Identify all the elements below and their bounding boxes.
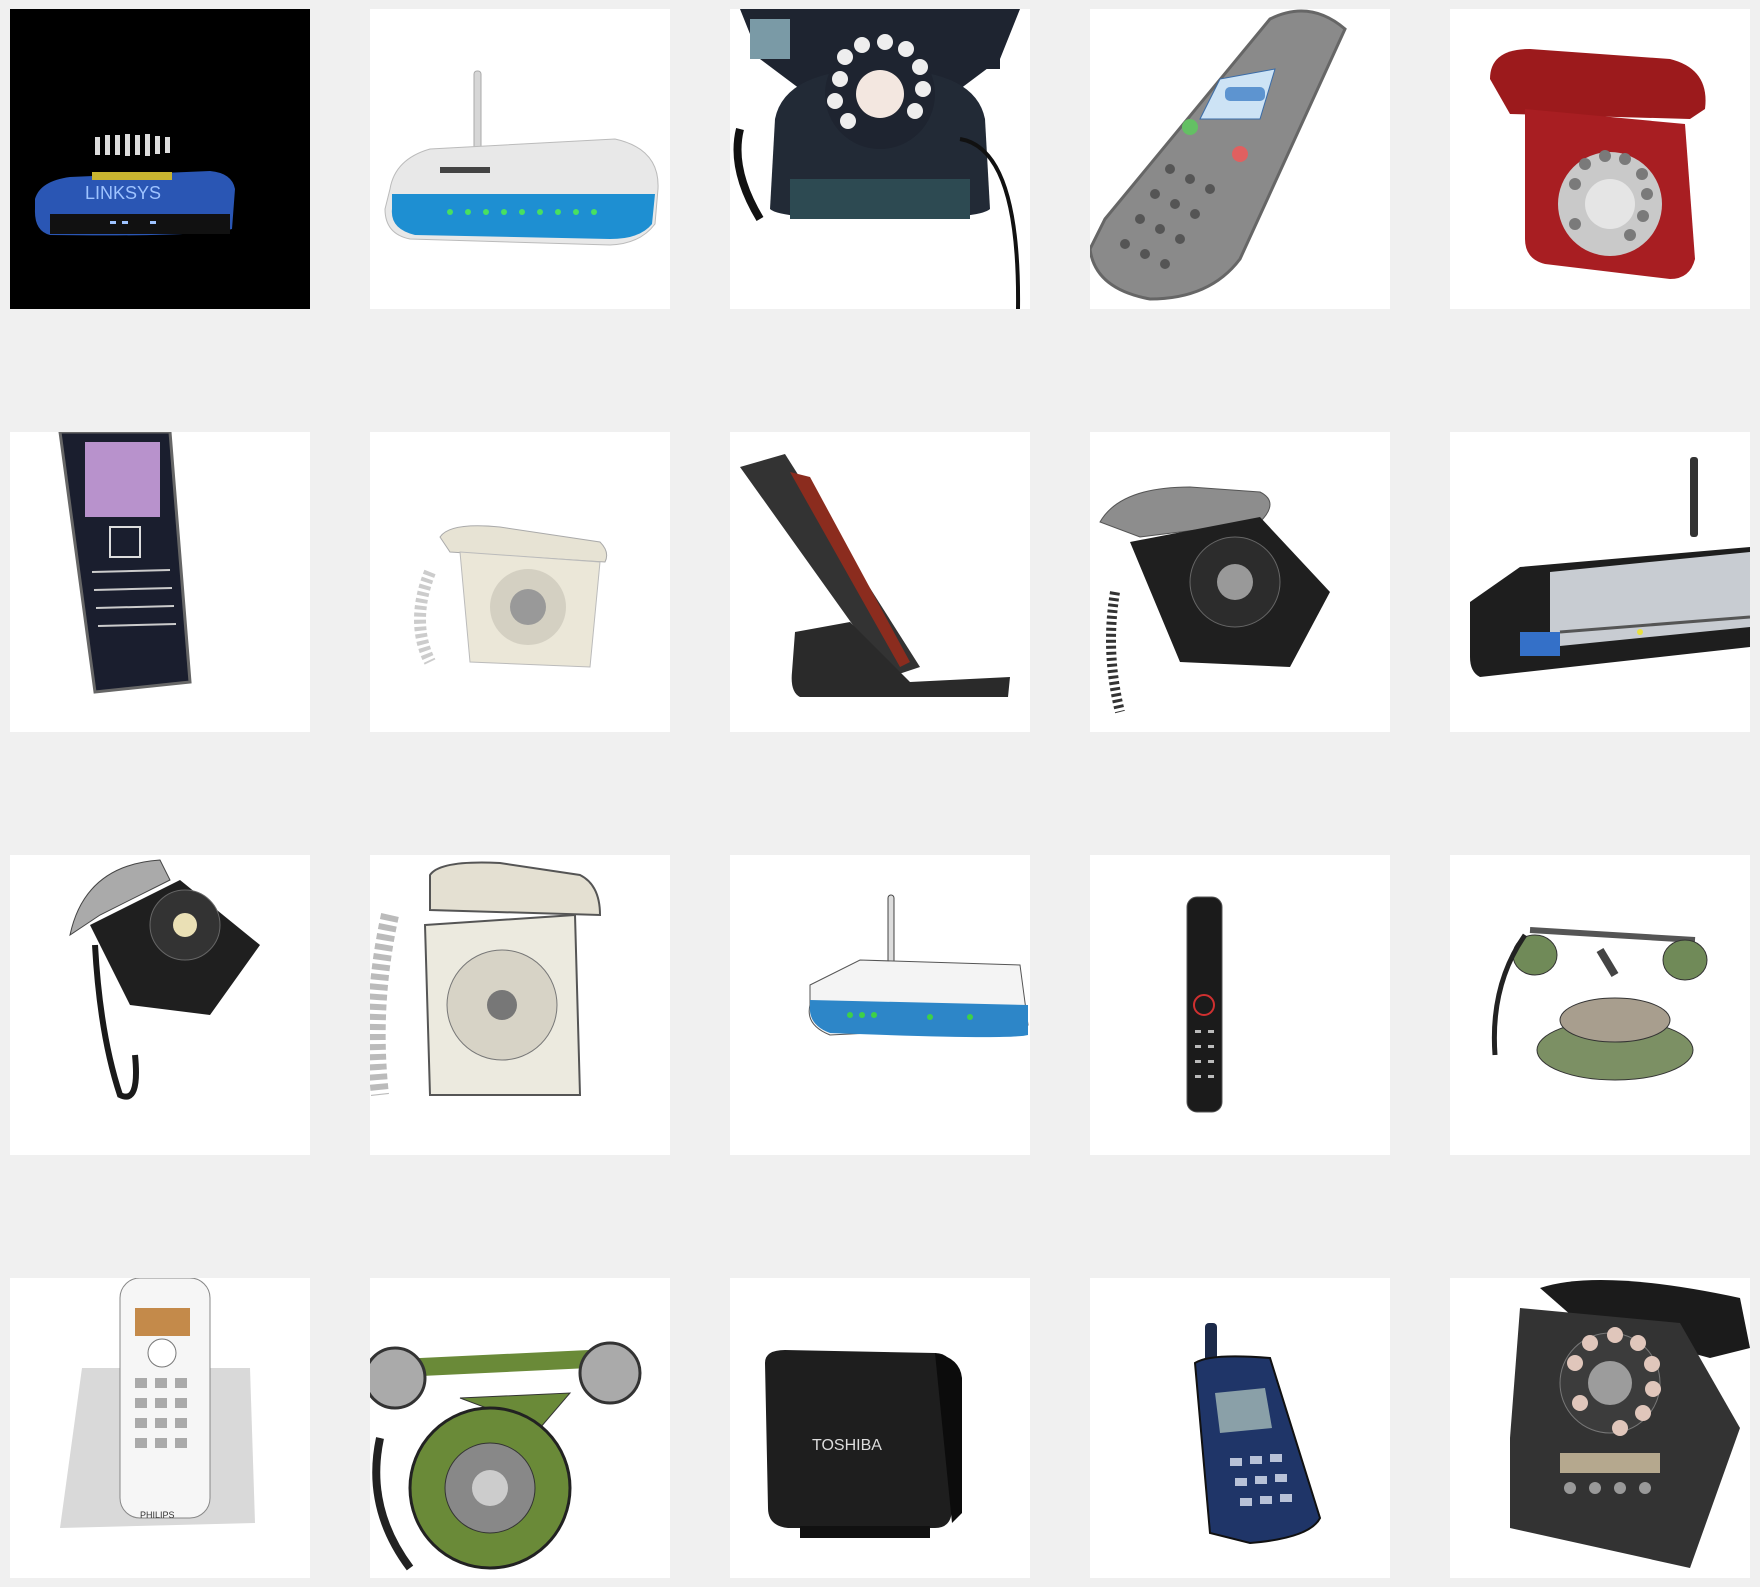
tile-cream-rotary-phone xyxy=(370,432,670,732)
tile-grey-cordless-handset xyxy=(1090,9,1390,309)
toshiba-logo: TOSHIBA xyxy=(812,1437,882,1454)
blue-mobile-phone-image xyxy=(1193,1323,1322,1545)
toshiba-media-box-image: TOSHIBA xyxy=(765,1350,962,1538)
tile-red-rotary-phone xyxy=(1450,9,1750,309)
cordless-stand-image xyxy=(740,454,1010,697)
tile-linksys-router: LINKSYS xyxy=(10,9,310,309)
linksys-logo: LINKSYS xyxy=(85,183,161,203)
tile-cream-rotary-phone-large xyxy=(370,855,670,1155)
green-candlestick-phone-image xyxy=(370,1341,642,1571)
blue-wifi-router-image xyxy=(808,894,1029,1038)
purple-screen-handset-image xyxy=(58,432,192,694)
tile-black-rotary-phone-grey-handset xyxy=(1090,432,1390,732)
philips-logo: PHILIPS xyxy=(140,1510,175,1520)
green-antique-phone-image xyxy=(1491,927,1708,1081)
tile-wifi-router-white xyxy=(370,9,670,309)
tile-black-handset-slim xyxy=(1090,855,1390,1155)
tile-blue-wifi-router xyxy=(730,855,1030,1155)
linksys-router-image: LINKSYS xyxy=(10,9,310,309)
tile-dlink-router xyxy=(1450,432,1750,732)
tile-black-rotary-phone xyxy=(730,9,1030,309)
black-rotary-phone-image xyxy=(733,9,1021,309)
black-retro-phone-image xyxy=(1510,1280,1750,1568)
grey-cordless-handset-image xyxy=(1090,9,1347,301)
tile-black-rotary-phone-small xyxy=(10,855,310,1155)
black-rotary-phone-small-image xyxy=(69,859,260,1100)
tile-cordless-stand xyxy=(730,432,1030,732)
cream-rotary-phone-image xyxy=(414,525,608,668)
tile-blue-mobile-phone xyxy=(1090,1278,1390,1578)
tile-green-candlestick-phone xyxy=(370,1278,670,1578)
black-handset-slim-image xyxy=(1186,896,1223,1113)
image-grid: LINKSYS PHILIPS TOSHIBA xyxy=(0,0,1760,1587)
dlink-router-image xyxy=(1470,457,1750,677)
red-rotary-phone-image xyxy=(1490,49,1706,279)
black-rotary-phone-grey-handset-image xyxy=(1099,486,1330,714)
tile-purple-screen-handset xyxy=(10,432,310,732)
wifi-router-image xyxy=(384,70,659,246)
philips-cordless-phone-image: PHILIPS xyxy=(60,1278,255,1528)
tile-black-retro-phone xyxy=(1450,1278,1750,1578)
tile-green-antique-phone xyxy=(1450,855,1750,1155)
tile-philips-cordless-phone: PHILIPS xyxy=(10,1278,310,1578)
tile-toshiba-media-box: TOSHIBA xyxy=(730,1278,1030,1578)
cream-rotary-phone-large-image xyxy=(370,861,602,1096)
